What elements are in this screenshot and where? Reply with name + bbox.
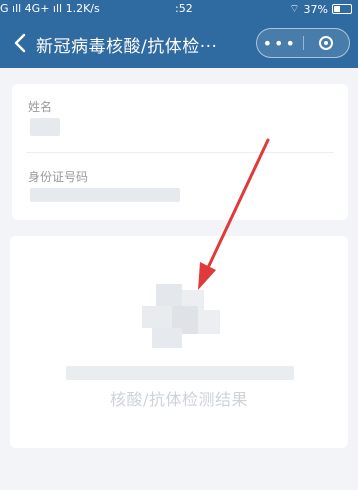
status-bar: G ıll 4G+ ıll 1.2K/s :52 ⌔ 37% bbox=[0, 0, 358, 18]
id-number-value-blurred bbox=[30, 188, 180, 202]
status-right: ⌔ 37% bbox=[289, 2, 352, 16]
result-title: 核酸/抗体检测结果 bbox=[110, 390, 248, 409]
battery-percent: 37% bbox=[303, 2, 328, 16]
personal-info-card: 姓名 身份证号码 bbox=[12, 84, 348, 220]
more-button[interactable]: ••• bbox=[257, 29, 303, 57]
mini-program-capsule: ••• bbox=[256, 28, 350, 58]
network-status: G ıll 4G+ ıll 1.2K/s bbox=[0, 2, 100, 15]
field-divider bbox=[26, 152, 334, 153]
more-icon: ••• bbox=[262, 33, 297, 53]
battery-icon bbox=[332, 4, 352, 14]
name-value-blurred bbox=[30, 118, 60, 136]
result-detail-blurred bbox=[66, 366, 294, 380]
nav-bar: 新冠病毒核酸/抗体检··· ••• bbox=[0, 18, 358, 68]
id-number-label: 身份证号码 bbox=[28, 170, 89, 184]
close-button[interactable] bbox=[303, 29, 349, 57]
close-icon bbox=[319, 36, 334, 50]
back-icon[interactable] bbox=[10, 31, 30, 55]
wifi-icon: ⌔ bbox=[289, 2, 300, 15]
test-result-card: 核酸/抗体检测结果 bbox=[10, 236, 348, 448]
clock: :52 bbox=[175, 2, 193, 15]
name-label: 姓名 bbox=[28, 100, 53, 114]
page-title: 新冠病毒核酸/抗体检··· bbox=[36, 37, 218, 57]
result-qr-blurred bbox=[142, 284, 220, 348]
